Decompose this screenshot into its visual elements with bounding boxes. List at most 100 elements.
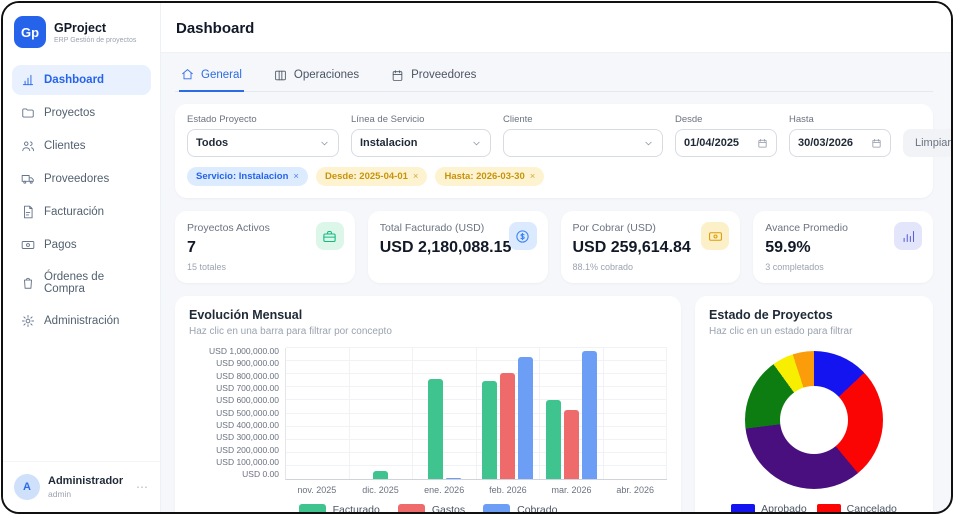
legend-item-gastos[interactable]: Gastos — [398, 504, 465, 512]
bar-facturado[interactable] — [546, 400, 561, 479]
sidebar-item-label: Proveedores — [44, 173, 109, 185]
filter-chip-hasta[interactable]: Hasta: 2026-03-30 × — [435, 167, 544, 186]
legend-item-aprobado[interactable]: Aprobado — [731, 503, 807, 512]
sidebar-item-proveedores[interactable]: Proveedores — [12, 164, 151, 194]
main-area: Dashboard General Operaciones Proveedore… — [161, 3, 951, 512]
sidebar: Gp GProject ERP Gestión de proyectos Das… — [3, 3, 161, 512]
sidebar-item-label: Pagos — [44, 239, 77, 251]
date-value: 30/03/2026 — [798, 137, 853, 149]
sidebar-item-label: Clientes — [44, 140, 86, 152]
tab-general[interactable]: General — [179, 62, 244, 92]
y-tick-label: USD 300,000.00 — [189, 433, 279, 442]
bar-gastos[interactable] — [500, 373, 515, 479]
legend-item-cancelado[interactable]: Cancelado — [817, 503, 897, 512]
columns-icon — [274, 69, 287, 82]
calendar-icon — [871, 138, 882, 149]
bar-chart-legend: Facturado Gastos Cobrado — [189, 504, 667, 512]
filter-card: Estado Proyecto Todos Línea de Servicio … — [175, 104, 933, 198]
filter-chip-servicio[interactable]: Servicio: Instalacion × — [187, 167, 308, 186]
bar-facturado[interactable] — [373, 471, 388, 480]
legend-item-cobrado[interactable]: Cobrado — [483, 504, 557, 512]
folder-icon — [21, 106, 35, 120]
clear-filters-button[interactable]: Limpiar — [903, 129, 951, 157]
linea-servicio-select[interactable]: Instalacion — [351, 129, 491, 157]
project-status-card: Estado de Proyectos Haz clic en un estad… — [695, 296, 933, 512]
cliente-select[interactable] — [503, 129, 663, 157]
legend-swatch — [483, 504, 510, 512]
user-profile[interactable]: A Administrador admin ⋯ — [3, 461, 160, 512]
charts-row: Evolución Mensual Haz clic en una barra … — [175, 296, 933, 512]
bar-facturado[interactable] — [428, 379, 443, 479]
y-tick-label: USD 600,000.00 — [189, 396, 279, 405]
x-tick-label: mar. 2026 — [540, 485, 604, 495]
legend-label: Gastos — [432, 504, 465, 512]
tab-label: Proveedores — [411, 69, 476, 81]
user-menu-icon[interactable]: ⋯ — [136, 480, 149, 494]
estado-proyecto-select[interactable]: Todos — [187, 129, 339, 157]
filter-field-hasta: Hasta 30/03/2026 — [789, 114, 891, 157]
clipboard-icon — [391, 69, 404, 82]
filter-field-linea: Línea de Servicio Instalacion — [351, 114, 491, 157]
users-icon — [21, 139, 35, 153]
app-window: Gp GProject ERP Gestión de proyectos Das… — [1, 1, 953, 514]
chevron-down-icon — [471, 138, 482, 149]
sidebar-item-clientes[interactable]: Clientes — [12, 131, 151, 161]
chart-subtitle: Haz clic en una barra para filtrar por c… — [189, 326, 667, 337]
y-tick-label: USD 700,000.00 — [189, 384, 279, 393]
bar-cobrado[interactable] — [446, 478, 461, 479]
chevron-down-icon — [319, 138, 330, 149]
stat-cards: Proyectos Activos 7 15 totales Total Fac… — [175, 211, 933, 283]
bar-group — [477, 348, 541, 479]
sidebar-item-pagos[interactable]: Pagos — [12, 230, 151, 260]
bar-cobrado[interactable] — [518, 357, 533, 479]
field-label: Desde — [675, 114, 777, 125]
briefcase-icon — [316, 222, 344, 250]
tab-proveedores[interactable]: Proveedores — [389, 62, 478, 91]
user-name: Administrador — [48, 475, 123, 487]
bar-chart-icon — [894, 222, 922, 250]
sidebar-item-ordenes-de-compra[interactable]: Órdenes de Compra — [12, 263, 151, 303]
sidebar-item-dashboard[interactable]: Dashboard — [12, 65, 151, 95]
bar-group — [604, 348, 668, 479]
y-tick-label: USD 400,000.00 — [189, 421, 279, 430]
bar-gastos[interactable] — [564, 410, 579, 479]
sidebar-item-label: Proyectos — [44, 107, 95, 119]
bar-cobrado[interactable] — [582, 351, 597, 479]
brand-text: GProject ERP Gestión de proyectos — [54, 21, 136, 44]
hasta-date-input[interactable]: 30/03/2026 — [789, 129, 891, 157]
desde-date-input[interactable]: 01/04/2025 — [675, 129, 777, 157]
donut-hole — [780, 386, 848, 454]
bar-facturado[interactable] — [482, 381, 497, 479]
sidebar-item-facturacion[interactable]: Facturación — [12, 197, 151, 227]
sidebar-item-label: Dashboard — [44, 74, 104, 86]
chart-title: Evolución Mensual — [189, 308, 667, 322]
chart-subtitle: Haz clic en un estado para filtrar — [709, 326, 919, 337]
stat-sub: 15 totales — [187, 262, 343, 272]
bar-plot-area — [285, 348, 667, 480]
y-tick-label: USD 100,000.00 — [189, 458, 279, 467]
page-title: Dashboard — [176, 20, 935, 37]
close-icon[interactable]: × — [530, 171, 536, 182]
sidebar-item-label: Órdenes de Compra — [44, 271, 142, 295]
close-icon[interactable]: × — [413, 171, 419, 182]
legend-item-facturado[interactable]: Facturado — [299, 504, 380, 512]
bar-groups — [286, 348, 667, 479]
legend-label: Cobrado — [517, 504, 557, 512]
filter-field-cliente: Cliente — [503, 114, 663, 157]
stat-card-total-facturado: Total Facturado (USD) USD 2,180,088.15 — [368, 211, 548, 283]
stat-sub: 3 completados — [765, 262, 921, 272]
x-tick-label: nov. 2025 — [285, 485, 349, 495]
bar-chart-icon — [21, 73, 35, 87]
sidebar-item-proyectos[interactable]: Proyectos — [12, 98, 151, 128]
y-tick-label: USD 1,000,000.00 — [189, 347, 279, 356]
stat-card-avance-promedio: Avance Promedio 59.9% 3 completados — [753, 211, 933, 283]
tab-operaciones[interactable]: Operaciones — [272, 62, 361, 91]
filter-chip-desde[interactable]: Desde: 2025-04-01 × — [316, 167, 427, 186]
gproject-logo-icon: Gp — [14, 16, 46, 48]
y-tick-label: USD 500,000.00 — [189, 409, 279, 418]
donut-legend: AprobadoCanceladoEn EjecuciónFinalizadoL… — [709, 503, 919, 512]
field-label: Cliente — [503, 114, 663, 125]
sidebar-item-administracion[interactable]: Administración — [12, 306, 151, 336]
status-donut-chart[interactable] — [745, 351, 883, 489]
close-icon[interactable]: × — [293, 171, 299, 182]
